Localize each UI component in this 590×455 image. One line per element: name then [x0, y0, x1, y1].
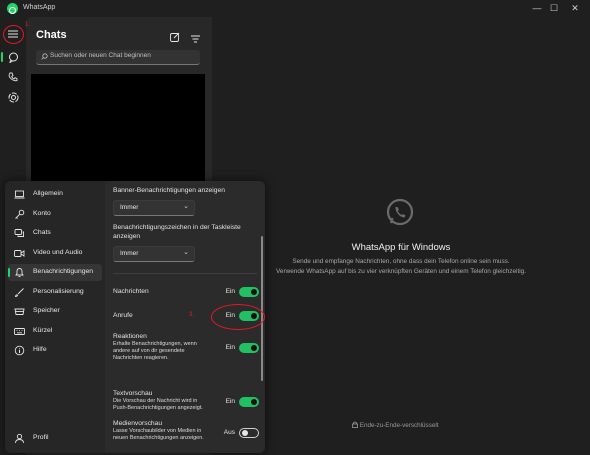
settings-nav-speicher[interactable]: Speicher	[8, 303, 102, 320]
keyboard-icon	[14, 328, 25, 335]
annotation-number-1: 1.	[25, 22, 31, 28]
laptop-icon	[14, 190, 25, 199]
medienvorschau-desc-2: neuen Benachrichtigungen anzeigen.	[113, 435, 204, 441]
nav-label: Benachrichtigungen	[33, 268, 94, 275]
nav-label: Video und Audio	[33, 249, 83, 256]
main-subtitle-line2: Verwende WhatsApp auf bis zu vier verknü…	[276, 268, 526, 275]
chats-icon[interactable]	[6, 50, 20, 64]
toggle-label-reaktionen: Reaktionen	[113, 333, 147, 340]
settings-nav-hilfe[interactable]: Hilfe	[8, 342, 102, 359]
e2e-text: Ende-zu-Ende-verschlüsselt	[359, 422, 439, 429]
textvorschau-desc-2: Push-Benachrichtigungen angezeigt.	[113, 405, 203, 411]
chat-list-area[interactable]	[31, 74, 205, 196]
reaktionen-toggle[interactable]	[239, 343, 259, 353]
whatsapp-logo-icon	[384, 197, 416, 234]
e2e-notice: Ende-zu-Ende-verschlüsselt	[352, 421, 439, 429]
toggle-label-anrufe: Anrufe	[113, 312, 133, 319]
calls-icon[interactable]	[6, 70, 20, 84]
search-placeholder: Suchen oder neuen Chat beginnen	[50, 52, 151, 59]
textvorschau-desc-1: Die Vorschau der Nachricht wird in	[113, 398, 198, 404]
toggle-state-reaktionen: Ein	[225, 344, 235, 351]
nav-label: Profil	[33, 434, 49, 441]
reaktionen-desc-3: Nachrichten reagieren.	[113, 355, 169, 361]
medienvorschau-toggle[interactable]	[239, 428, 259, 438]
nav-label: Hilfe	[33, 346, 47, 353]
settings-scrollbar[interactable]	[261, 236, 263, 381]
filter-icon[interactable]	[191, 30, 200, 48]
nav-label: Personalisierung	[33, 288, 84, 295]
minimize-button[interactable]: —	[530, 2, 544, 14]
toggle-label-medienvorschau: Medienvorschau	[113, 420, 163, 427]
dropdown-value: Immer	[120, 250, 139, 257]
banner-label: Banner-Benachrichtigungen anzeigen	[113, 187, 225, 194]
nav-label: Allgemein	[33, 190, 63, 197]
toggle-state-nachrichten: Ein	[225, 288, 235, 295]
toggle-state-textvorschau: Ein	[225, 398, 235, 405]
annotation-circle-anrufe	[211, 304, 265, 330]
title-bar: WhatsApp — ☐ ✕	[0, 0, 590, 17]
main-pane	[212, 17, 590, 455]
chevron-down-icon: ⌄	[183, 249, 189, 256]
key-icon	[15, 209, 25, 219]
reaktionen-desc-1: Erhalte Benachrichtigungen, wenn	[113, 341, 197, 347]
lock-icon	[352, 421, 358, 428]
video-camera-icon	[14, 250, 25, 257]
nav-label: Konto	[33, 210, 51, 217]
nachrichten-toggle[interactable]	[239, 287, 259, 297]
main-subtitle-line1: Sende und empfange Nachrichten, ohne das…	[292, 258, 510, 265]
settings-nav-allgemein[interactable]: Allgemein	[8, 186, 102, 203]
settings-nav-chats[interactable]: Chats	[8, 225, 102, 242]
nav-active-indicator	[8, 268, 10, 277]
bell-icon	[15, 268, 24, 277]
window-title: WhatsApp	[23, 4, 56, 11]
main-title: WhatsApp für Windows	[351, 242, 451, 253]
reaktionen-desc-2: andere auf von dir gesendete	[113, 348, 185, 354]
dropdown-value: Immer	[120, 204, 139, 211]
settings-nav-personalisierung[interactable]: Personalisierung	[8, 284, 102, 301]
search-icon	[41, 53, 48, 60]
settings-nav-benachrichtigungen[interactable]: Benachrichtigungen	[8, 264, 102, 281]
annotation-number-3: 3.	[189, 312, 195, 318]
settings-nav-video-audio[interactable]: Video und Audio	[8, 245, 102, 262]
banner-dropdown[interactable]: Immer ⌄	[113, 200, 195, 216]
toggle-label-nachrichten: Nachrichten	[113, 288, 149, 295]
annotation-circle-menu	[3, 25, 24, 44]
toggle-label-textvorschau: Textvorschau	[113, 390, 153, 397]
brush-icon	[15, 288, 24, 297]
settings-nav-kuerzel[interactable]: Kürzel	[8, 323, 102, 340]
chevron-down-icon: ⌄	[183, 203, 189, 210]
settings-nav-konto[interactable]: Konto	[8, 206, 102, 223]
badge-label-line2: anzeigen	[113, 233, 141, 240]
settings-nav-profil[interactable]: Profil	[8, 430, 102, 447]
maximize-button[interactable]: ☐	[547, 2, 561, 14]
textvorschau-toggle[interactable]	[239, 397, 259, 407]
whatsapp-logo-icon	[7, 3, 18, 14]
close-button[interactable]: ✕	[568, 2, 582, 14]
badge-dropdown[interactable]: Immer ⌄	[113, 246, 195, 262]
settings-nav: Allgemein Konto Chats Video und Audio Be…	[5, 181, 105, 453]
chat-bubbles-icon	[14, 229, 24, 237]
storage-icon	[14, 308, 25, 315]
divider	[113, 273, 257, 274]
badge-label-line1: Benachrichtigungszeichen in der Taskleis…	[113, 224, 241, 231]
search-input[interactable]: Suchen oder neuen Chat beginnen	[36, 50, 200, 65]
toggle-state-medienvorschau: Aus	[223, 429, 235, 436]
status-icon[interactable]	[6, 90, 20, 104]
info-icon	[14, 345, 25, 356]
chats-heading: Chats	[36, 29, 67, 41]
nav-label: Speicher	[33, 307, 60, 314]
profile-icon	[15, 433, 24, 444]
medienvorschau-desc-1: Lasse Vorschaubilder von Medien in	[113, 428, 202, 434]
nav-label: Chats	[33, 229, 51, 236]
new-chat-icon[interactable]	[170, 29, 180, 47]
nav-label: Kürzel	[33, 327, 53, 334]
rail-active-indicator	[1, 52, 3, 62]
